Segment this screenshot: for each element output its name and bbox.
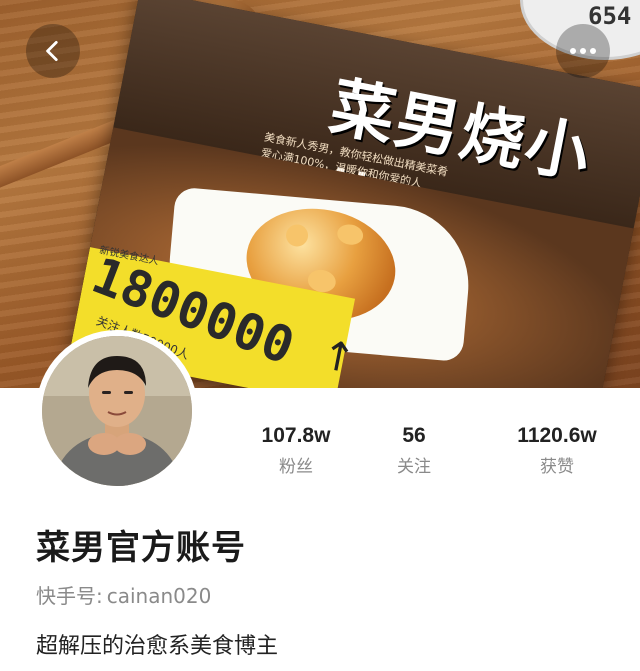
more-horizontal-icon xyxy=(570,48,596,54)
profile-name: 菜男官方账号 xyxy=(36,528,246,568)
kuaishou-id-value: cainan020 xyxy=(106,584,212,608)
following-count: 56 xyxy=(402,424,426,447)
following-stat[interactable]: 56 关注 xyxy=(374,424,454,477)
back-button[interactable] xyxy=(26,24,80,78)
followers-label: 粉丝 xyxy=(279,457,313,477)
likes-stat[interactable]: 1120.6w 获赞 xyxy=(492,424,622,477)
followers-count: 107.8w xyxy=(261,424,331,447)
followers-stat[interactable]: 107.8w 粉丝 xyxy=(246,424,346,477)
avatar[interactable] xyxy=(36,330,198,492)
likes-label: 获赞 xyxy=(540,457,574,477)
likes-count: 1120.6w xyxy=(517,424,597,447)
profile-bio: 超解压的治愈系美食博主 xyxy=(36,634,279,659)
kuaishou-id[interactable]: 快手号: cainan020 xyxy=(36,580,211,609)
kuaishou-id-label: 快手号: xyxy=(36,584,103,608)
chevron-left-icon xyxy=(46,40,58,62)
person-photo xyxy=(42,336,192,486)
more-options-button[interactable] xyxy=(556,24,610,78)
profile-stats: 107.8w 粉丝 56 关注 1120.6w 获赞 xyxy=(224,424,624,484)
profile-cover-image: 654 菜男烧小菜 美食新人秀男，教你轻松做出精美菜肴 爱心满100%，温暖你和… xyxy=(0,0,640,388)
following-label: 关注 xyxy=(397,457,431,477)
avatar-image xyxy=(42,336,192,486)
